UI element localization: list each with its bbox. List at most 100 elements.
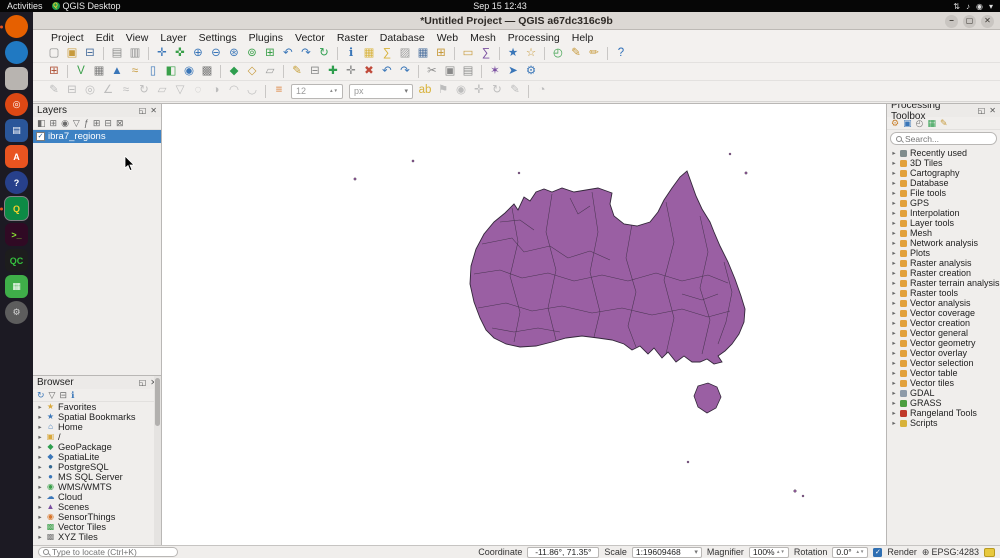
terminal-icon[interactable]: >_ xyxy=(5,223,28,246)
refresh-map-icon[interactable]: ↻ xyxy=(316,46,332,62)
libreoffice-writer-icon[interactable]: ▤ xyxy=(5,119,28,142)
chevron-right-icon[interactable]: ▸ xyxy=(891,289,897,297)
thunderbird-icon[interactable] xyxy=(5,41,28,64)
python-console-icon[interactable]: ➤ xyxy=(505,64,521,80)
history-icon[interactable]: ◴ xyxy=(916,119,924,128)
chevron-down-icon[interactable]: ▾ xyxy=(989,2,993,11)
scale-combo[interactable]: 1:19609468 ▾ xyxy=(632,547,702,558)
chevron-right-icon[interactable]: ▸ xyxy=(891,209,897,217)
processing-group[interactable]: ▸ Vector coverage xyxy=(887,308,1000,318)
browser-item[interactable]: ▸ ◉ WMS/WMTS xyxy=(33,482,161,492)
highlight-labels-icon[interactable]: ◉ xyxy=(453,83,469,99)
green-app-icon[interactable]: ▦ xyxy=(5,275,28,298)
manage-map-themes-icon[interactable]: ◉ xyxy=(61,119,69,128)
results-viewer-icon[interactable]: ▦ xyxy=(927,119,936,128)
processing-group[interactable]: ▸ GPS xyxy=(887,198,1000,208)
chevron-right-icon[interactable]: ▸ xyxy=(37,503,43,511)
add-feature-icon[interactable]: ✚ xyxy=(325,64,341,80)
chevron-right-icon[interactable]: ▸ xyxy=(891,409,897,417)
zoom-next-icon[interactable]: ↷ xyxy=(298,46,314,62)
processing-group[interactable]: ▸ Rangeland Tools xyxy=(887,408,1000,418)
processing-group[interactable]: ▸ File tools xyxy=(887,188,1000,198)
menu-item[interactable]: Help xyxy=(566,32,600,44)
processing-group[interactable]: ▸ GRASS xyxy=(887,398,1000,408)
browser-item[interactable]: ▸ ◉ SensorThings xyxy=(33,512,161,522)
chevron-right-icon[interactable]: ▸ xyxy=(37,483,43,491)
help-icon[interactable]: ? xyxy=(5,171,28,194)
select-features-icon[interactable]: ▦ xyxy=(361,46,377,62)
delete-selected-icon[interactable]: ✖ xyxy=(361,64,377,80)
processing-group[interactable]: ▸ Mesh xyxy=(887,228,1000,238)
chevron-right-icon[interactable]: ▸ xyxy=(891,219,897,227)
chevron-right-icon[interactable]: ▸ xyxy=(891,369,897,377)
new-layout-icon[interactable]: ▤ xyxy=(109,46,125,62)
add-ring-icon[interactable]: ◌ xyxy=(190,83,206,99)
zoom-out-icon[interactable]: ⊖ xyxy=(208,46,224,62)
processing-group[interactable]: ▸ Raster analysis xyxy=(887,258,1000,268)
expand-all-icon[interactable]: ⊞ xyxy=(93,119,101,128)
chevron-right-icon[interactable]: ▸ xyxy=(891,269,897,277)
add-delimited-text-icon[interactable]: ≈ xyxy=(127,64,143,80)
chevron-right-icon[interactable]: ▸ xyxy=(891,259,897,267)
rotation-spinbox[interactable]: 0.0° ▲▼ xyxy=(832,547,868,558)
processing-group[interactable]: ▸ Plots xyxy=(887,248,1000,258)
chevron-right-icon[interactable]: ▸ xyxy=(891,249,897,257)
chevron-right-icon[interactable]: ▸ xyxy=(891,339,897,347)
filter-by-expression-icon[interactable]: ƒ xyxy=(84,119,89,128)
chevron-right-icon[interactable]: ▸ xyxy=(37,453,43,461)
processing-group[interactable]: ▸ Vector analysis xyxy=(887,298,1000,308)
clock[interactable]: Sep 15 12:43 xyxy=(473,1,527,11)
pin-labels-icon[interactable]: ⚑ xyxy=(435,83,451,99)
ubuntu-icon[interactable]: ◎ xyxy=(5,93,28,116)
new-virtual-layer-icon[interactable]: ▱ xyxy=(262,64,278,80)
processing-gear-icon[interactable]: ⚙ xyxy=(523,64,539,80)
select-by-expression-icon[interactable]: ∑ xyxy=(379,46,395,62)
processing-group[interactable]: ▸ Vector tiles xyxy=(887,378,1000,388)
rotate-label-icon[interactable]: ↻ xyxy=(489,83,505,99)
chevron-right-icon[interactable]: ▸ xyxy=(891,189,897,197)
pan-map-icon[interactable]: ✛ xyxy=(154,46,170,62)
model-designer-icon[interactable]: ▣ xyxy=(903,119,912,128)
activities-button[interactable]: Activities xyxy=(7,1,43,11)
new-shapefile-icon[interactable]: ◇ xyxy=(244,64,260,80)
processing-group[interactable]: ▸ Raster terrain analysis xyxy=(887,278,1000,288)
app-store-icon[interactable]: A xyxy=(5,145,28,168)
processing-group[interactable]: ▸ 3D Tiles xyxy=(887,158,1000,168)
temporal-controller-icon[interactable]: ◴ xyxy=(550,46,566,62)
processing-group[interactable]: ▸ Cartography xyxy=(887,168,1000,178)
add-xyz-icon[interactable]: ▩ xyxy=(199,64,215,80)
chevron-right-icon[interactable]: ▸ xyxy=(891,329,897,337)
add-group-icon[interactable]: ⊞ xyxy=(50,119,58,128)
render-checkbox[interactable]: ✓ xyxy=(873,548,882,557)
minimize-button[interactable]: − xyxy=(945,15,958,28)
processing-group[interactable]: ▸ Vector selection xyxy=(887,358,1000,368)
new-project-icon[interactable]: ▢ xyxy=(46,46,62,62)
menu-item[interactable]: Layer xyxy=(154,32,192,44)
browser-item[interactable]: ▸ ◆ GeoPackage xyxy=(33,442,161,452)
measure-icon[interactable]: ▭ xyxy=(460,46,476,62)
new-bookmark-icon[interactable]: ☆ xyxy=(523,46,539,62)
collapse-all-icon[interactable]: ⊟ xyxy=(59,391,67,400)
identify-features-icon[interactable]: ℹ xyxy=(343,46,359,62)
chevron-right-icon[interactable]: ▸ xyxy=(891,309,897,317)
browser-item[interactable]: ▸ ◆ SpatiaLite xyxy=(33,452,161,462)
volume-icon[interactable]: ♪ xyxy=(966,2,970,11)
chevron-right-icon[interactable]: ▸ xyxy=(37,523,43,531)
browser-scrollbar[interactable] xyxy=(154,376,161,545)
close-panel-icon[interactable]: ✕ xyxy=(989,107,996,115)
browser-item[interactable]: ▸ ▩ XYZ Tiles xyxy=(33,532,161,542)
qgis-icon[interactable]: Q xyxy=(5,197,28,220)
files-icon[interactable] xyxy=(5,67,28,90)
filter-browser-icon[interactable]: ▽ xyxy=(49,391,56,400)
font-size-combo[interactable]: 12 ▲▼ xyxy=(291,84,343,99)
firefox-icon[interactable] xyxy=(5,15,28,38)
stream-digitizing-icon[interactable]: ≈ xyxy=(118,83,134,99)
browser-item[interactable]: ▸ ★ Spatial Bookmarks xyxy=(33,412,161,422)
undo-icon[interactable]: ↶ xyxy=(379,64,395,80)
chevron-right-icon[interactable]: ▸ xyxy=(891,419,897,427)
chevron-right-icon[interactable]: ▸ xyxy=(891,169,897,177)
processing-group[interactable]: ▸ GDAL xyxy=(887,388,1000,398)
simplify-feature-icon[interactable]: ▽ xyxy=(172,83,188,99)
menu-item[interactable]: Processing xyxy=(502,32,566,44)
qc-app-icon[interactable]: QC xyxy=(5,249,28,272)
